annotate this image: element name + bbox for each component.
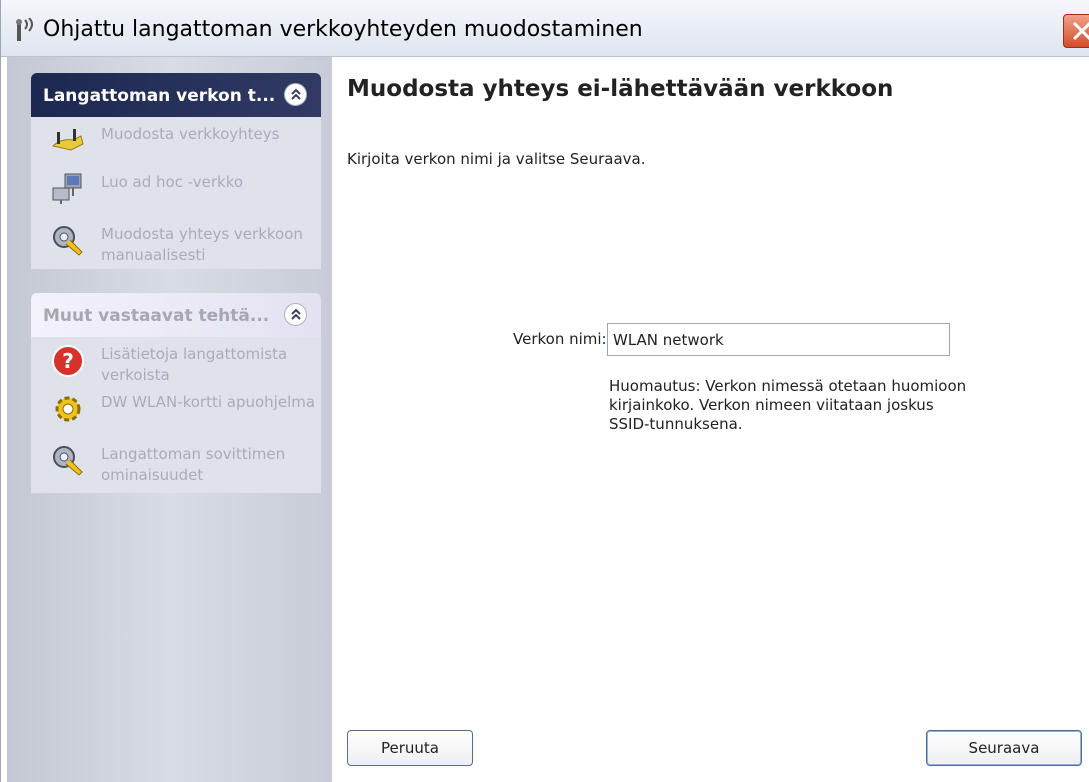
task-label: Lisätietoja langattomista verkoista: [101, 345, 288, 384]
collapse-button[interactable]: [284, 83, 307, 106]
wrench-gear-icon: [53, 226, 83, 256]
svg-text:?: ?: [62, 349, 74, 373]
note-text: Huomautus: Verkon nimessä otetaan huomio…: [609, 377, 967, 433]
help-icon: ?: [52, 345, 84, 377]
task-dw-wlan-utility[interactable]: DW WLAN-kortti apuohjelma: [51, 392, 321, 436]
task-label: Muodosta yhteys verkkoon manuaalisesti: [101, 225, 303, 264]
task-label: Muodosta verkkoyhteys: [101, 125, 280, 143]
panel-title: Langattoman verkon t...: [43, 86, 276, 106]
chevron-double-up-icon: [291, 88, 301, 100]
panel-header[interactable]: Langattoman verkon t...: [31, 73, 321, 117]
next-button[interactable]: Seuraava: [926, 730, 1082, 766]
chevron-double-up-icon: [291, 308, 301, 320]
cancel-button[interactable]: Peruuta: [347, 730, 473, 766]
wireless-antenna-icon: [16, 18, 33, 41]
wireless-tasks-panel: Langattoman verkon t... Muodosta verkkoy…: [31, 73, 321, 269]
close-button[interactable]: [1063, 14, 1089, 48]
gear-icon: [55, 396, 81, 422]
network-name-input[interactable]: [607, 323, 950, 356]
task-create-adhoc[interactable]: Luo ad hoc -verkko: [51, 172, 321, 204]
instruction-text: Kirjoita verkon nimi ja valitse Seuraava…: [347, 150, 646, 168]
panel-title: Muut vastaavat tehtä...: [43, 306, 270, 326]
page-title: Muodosta yhteys ei-lähettävään verkkoon: [347, 76, 894, 102]
task-wireless-info[interactable]: ? Lisätietoja langattomista verkoista: [51, 344, 321, 388]
ad-hoc-network-icon: [52, 173, 82, 204]
task-connect-manually[interactable]: Muodosta yhteys verkkoon manuaalisesti: [51, 224, 321, 268]
task-label: Langattoman sovittimen ominaisuudet: [101, 445, 286, 484]
related-tasks-panel: Muut vastaavat tehtä... ? Lisätietoja la…: [31, 293, 321, 493]
close-icon: [1072, 21, 1089, 41]
task-sidebar: Langattoman verkon t... Muodosta verkkoy…: [7, 57, 332, 782]
task-label: DW WLAN-kortti apuohjelma: [101, 393, 316, 411]
wrench-gear-icon: [53, 446, 83, 476]
network-name-label: Verkon nimi:: [513, 330, 607, 348]
task-label: Luo ad hoc -verkko: [101, 173, 244, 191]
task-adapter-properties[interactable]: Langattoman sovittimen ominaisuudet: [51, 444, 321, 488]
task-connect-network[interactable]: Muodosta verkkoyhteys: [51, 124, 321, 151]
collapse-button[interactable]: [284, 303, 307, 326]
panel-body: Muodosta verkkoyhteys Luo ad hoc -verkko: [31, 117, 321, 269]
wizard-window: Ohjattu langattoman verkkoyhteyden muodo…: [0, 0, 1089, 782]
window-title: Ohjattu langattoman verkkoyhteyden muodo…: [43, 17, 643, 42]
title-bar[interactable]: Ohjattu langattoman verkkoyhteyden muodo…: [1, 0, 1089, 57]
wireless-connection-icon: [52, 129, 84, 151]
panel-body: ? Lisätietoja langattomista verkoista DW…: [31, 337, 321, 493]
panel-header[interactable]: Muut vastaavat tehtä...: [31, 293, 321, 337]
